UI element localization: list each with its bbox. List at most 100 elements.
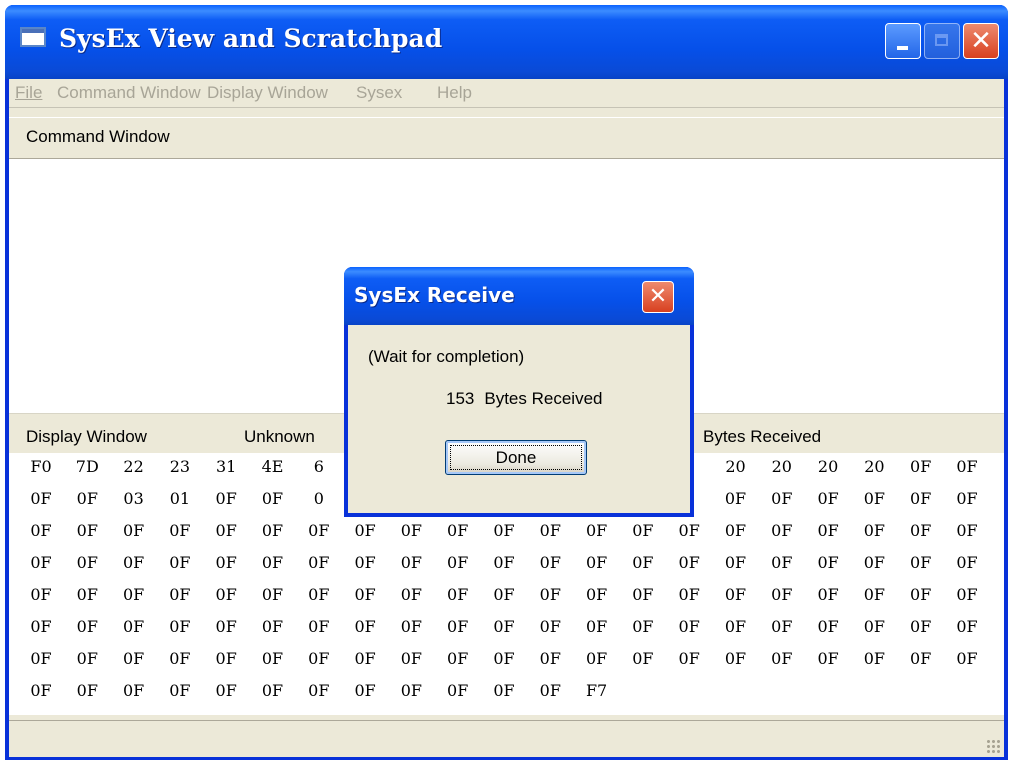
- hex-byte: 0F: [493, 649, 515, 668]
- hex-byte: 0F: [678, 649, 700, 668]
- hex-byte: 0F: [30, 617, 52, 636]
- hex-byte: 0F: [910, 585, 932, 604]
- hex-byte: 0F: [30, 681, 52, 700]
- hex-byte: 0F: [76, 521, 98, 540]
- hex-byte: 0F: [817, 585, 839, 604]
- hex-byte: 0F: [539, 521, 561, 540]
- hex-byte: 0F: [817, 553, 839, 572]
- byte-count-label: Bytes Received: [484, 389, 603, 408]
- hex-byte: 0F: [261, 585, 284, 604]
- hex-byte: 0F: [724, 585, 747, 604]
- dialog-title-bar[interactable]: SysEx Receive ✕: [344, 267, 694, 325]
- close-button[interactable]: ✕: [963, 23, 999, 59]
- hex-byte: 0F: [724, 617, 747, 636]
- done-button-label: Done: [495, 448, 537, 467]
- hex-byte: 0F: [585, 521, 608, 540]
- dialog-title: SysEx Receive: [354, 283, 515, 307]
- hex-byte: 0F: [308, 553, 330, 572]
- hex-byte: 0F: [76, 585, 98, 604]
- close-icon: ✕: [648, 284, 668, 309]
- hex-byte: 0F: [678, 617, 700, 636]
- hex-byte: 0F: [354, 681, 376, 700]
- hex-byte: 0F: [261, 617, 284, 636]
- hex-byte: 0F: [956, 457, 978, 476]
- hex-byte: 0F: [724, 553, 747, 572]
- hex-byte: 23: [169, 457, 191, 476]
- menu-bar: File Command Window Display Window Sysex…: [9, 79, 1004, 108]
- hex-byte: 0F: [400, 649, 423, 668]
- hex-byte: 0F: [956, 553, 978, 572]
- hex-byte: 0F: [447, 521, 469, 540]
- hex-byte: 0F: [354, 585, 376, 604]
- hex-byte: 0F: [771, 521, 793, 540]
- hex-byte: 0F: [863, 553, 886, 572]
- bytes-received-count: 153 Bytes Received: [446, 389, 603, 409]
- hex-byte: 0F: [585, 649, 608, 668]
- hex-byte: 0F: [30, 649, 52, 668]
- dialog-status-text: (Wait for completion): [368, 347, 525, 366]
- minimize-button[interactable]: [885, 23, 921, 59]
- resize-grip-icon[interactable]: [986, 739, 1000, 753]
- hex-byte: 0F: [817, 489, 839, 508]
- hex-byte: 0F: [400, 585, 423, 604]
- hex-byte: 7D: [75, 457, 99, 476]
- hex-byte: 0F: [539, 585, 561, 604]
- hex-byte: 0F: [678, 585, 700, 604]
- hex-byte: 0F: [632, 521, 654, 540]
- menu-file[interactable]: File: [15, 83, 42, 103]
- hex-byte: 0F: [354, 553, 376, 572]
- hex-byte: 0F: [539, 681, 561, 700]
- hex-byte: 0F: [956, 521, 978, 540]
- menu-help[interactable]: Help: [437, 83, 472, 103]
- hex-byte: 0F: [863, 489, 886, 508]
- hex-byte: 0F: [771, 649, 793, 668]
- hex-byte: 0F: [771, 617, 793, 636]
- display-status-label: Unknown: [244, 427, 315, 446]
- menu-display-window[interactable]: Display Window: [207, 83, 328, 103]
- hex-byte: 0F: [447, 617, 469, 636]
- app-window-icon: [20, 27, 46, 47]
- hex-byte: 0F: [910, 489, 932, 508]
- hex-byte: 0F: [724, 521, 747, 540]
- hex-byte: 0F: [261, 649, 284, 668]
- hex-byte: 0F: [956, 617, 978, 636]
- hex-byte: 0F: [400, 521, 423, 540]
- hex-byte: 0F: [817, 617, 839, 636]
- hex-byte: 0F: [956, 649, 978, 668]
- menu-sysex[interactable]: Sysex: [356, 83, 402, 103]
- maximize-button[interactable]: [924, 23, 960, 59]
- hex-byte: 0F: [400, 553, 423, 572]
- hex-byte: 0F: [76, 489, 98, 508]
- hex-byte: 0F: [354, 649, 376, 668]
- hex-byte: 20: [817, 457, 839, 476]
- hex-byte: 0F: [215, 553, 237, 572]
- hex-byte: 0F: [493, 521, 515, 540]
- hex-byte: 4E: [261, 457, 284, 476]
- title-bar[interactable]: SysEx View and Scratchpad ✕: [5, 5, 1008, 79]
- hex-byte: 0F: [215, 649, 237, 668]
- hex-byte: 0F: [354, 521, 376, 540]
- hex-byte: 0F: [447, 681, 469, 700]
- hex-byte: 0F: [724, 489, 747, 508]
- hex-byte: 0F: [539, 649, 561, 668]
- hex-byte: 20: [771, 457, 792, 476]
- hex-byte: 0F: [493, 617, 515, 636]
- hex-byte: 0F: [30, 489, 52, 508]
- hex-byte: 0F: [308, 681, 330, 700]
- hex-byte: 0F: [400, 617, 423, 636]
- hex-byte: 0F: [493, 585, 515, 604]
- hex-byte: 0F: [169, 649, 191, 668]
- hex-byte: 0F: [956, 585, 978, 604]
- hex-byte: 0F: [447, 649, 469, 668]
- hex-byte: F0: [30, 457, 52, 476]
- hex-byte: 0: [313, 489, 324, 508]
- dialog-close-button[interactable]: ✕: [642, 281, 674, 313]
- menu-command-window[interactable]: Command Window: [57, 83, 201, 103]
- command-window-header: Command Window: [9, 117, 1004, 160]
- done-button[interactable]: Done: [445, 440, 587, 475]
- hex-byte: 0F: [632, 617, 654, 636]
- hex-byte: 0F: [585, 617, 608, 636]
- hex-byte: 0F: [493, 681, 515, 700]
- hex-byte: 0F: [308, 617, 330, 636]
- hex-byte: 0F: [910, 649, 932, 668]
